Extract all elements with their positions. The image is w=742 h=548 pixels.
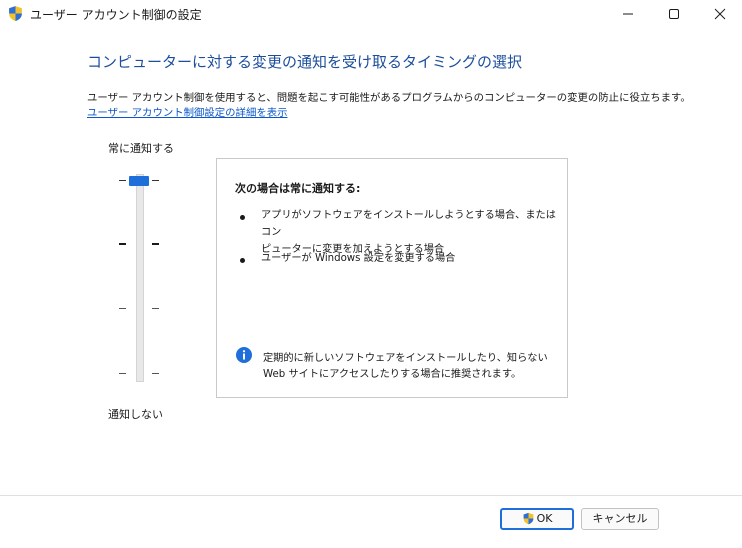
level-description-panel: 次の場合は常に通知する: アプリがソフトウェアをインストールしようとする場合、ま…	[216, 158, 568, 398]
slider-tick-right-4	[152, 180, 159, 181]
minimize-icon	[623, 13, 633, 15]
window-title: ユーザー アカウント制御の設定	[30, 8, 202, 22]
slider-tick-left-1	[119, 373, 126, 374]
slider-tick-left-2	[119, 308, 126, 309]
page-heading: コンピューターに対する変更の通知を受け取るタイミングの選択	[87, 53, 523, 71]
recommendation-line2: Web サイトにアクセスしたりする場合に推奨されます。	[263, 369, 522, 380]
notification-level-slider[interactable]	[110, 162, 172, 392]
slider-track[interactable]	[136, 174, 144, 382]
cancel-button-label: キャンセル	[592, 512, 648, 525]
ok-button[interactable]: OK	[500, 508, 574, 530]
cancel-button[interactable]: キャンセル	[581, 508, 659, 530]
panel-title: 次の場合は常に通知する:	[235, 182, 361, 195]
slider-tick-right-3	[152, 243, 159, 245]
title-bar: ユーザー アカウント制御の設定	[0, 0, 742, 28]
ok-button-label: OK	[536, 512, 553, 525]
slider-top-label: 常に通知する	[108, 142, 174, 155]
uac-shield-icon	[523, 512, 533, 524]
slider-tick-left-4	[119, 180, 126, 181]
bullet-item-install-line1: アプリがソフトウェアをインストールしようとする場合、またはコン	[261, 210, 556, 238]
uac-details-link[interactable]: ユーザー アカウント制御設定の詳細を表示	[87, 104, 288, 119]
minimize-button[interactable]	[605, 0, 651, 28]
recommendation-line1: 定期的に新しいソフトウェアをインストールしたり、知らない	[263, 353, 548, 364]
maximize-button[interactable]	[651, 0, 697, 28]
info-icon	[236, 347, 252, 363]
slider-tick-right-1	[152, 373, 159, 374]
close-button[interactable]	[697, 0, 742, 28]
bullet-item-settings: ユーザーが Windows 設定を変更する場合	[261, 253, 456, 264]
bullet-dot	[240, 258, 245, 263]
maximize-icon	[669, 9, 679, 19]
close-icon	[714, 8, 726, 20]
slider-thumb[interactable]	[129, 176, 149, 186]
uac-description: ユーザー アカウント制御を使用すると、問題を起こす可能性があるプログラムからのコ…	[87, 92, 691, 104]
bullet-dot	[240, 215, 245, 220]
slider-bottom-label: 通知しない	[108, 408, 163, 421]
slider-tick-left-3	[119, 243, 126, 245]
footer-divider	[0, 495, 742, 496]
uac-shield-icon	[9, 6, 22, 21]
slider-tick-right-2	[152, 308, 159, 309]
